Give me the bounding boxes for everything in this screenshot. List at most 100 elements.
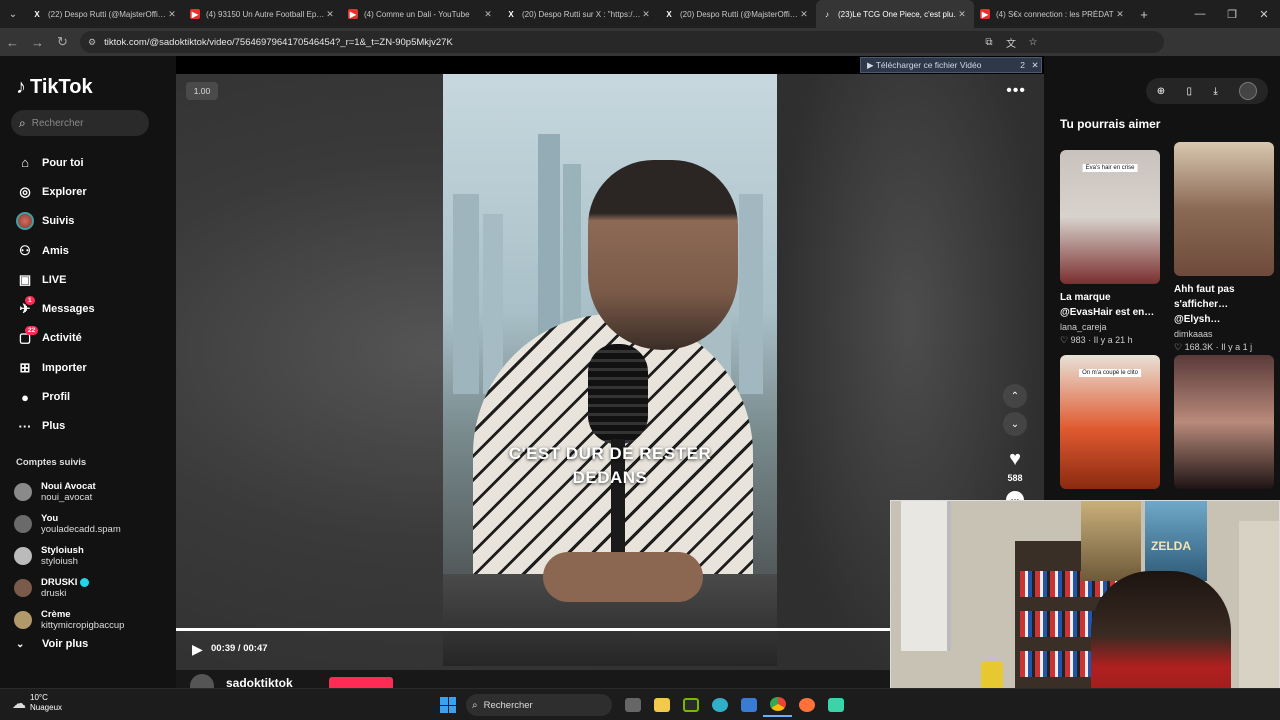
nvidia-icon[interactable] <box>676 693 705 717</box>
close-icon[interactable]: ✕ <box>324 9 336 20</box>
device-icon[interactable]: ▯ <box>1187 86 1193 97</box>
browser-tab[interactable]: X (20) Despo Rutti (@MajsterOffi… ✕ <box>658 0 816 28</box>
webcam-poster-zelda: ZELDA <box>1145 501 1207 581</box>
restore-icon[interactable]: ❐ <box>1216 0 1248 28</box>
search-placeholder: Rechercher <box>31 117 84 129</box>
avatar[interactable] <box>190 674 214 688</box>
browser-tab[interactable]: ▶ (4) S€x connection : les PRÉDAT… ✕ <box>974 0 1132 28</box>
sidebar-item-label: Activité <box>42 332 82 345</box>
reload-icon: ↻ <box>57 34 68 49</box>
close-icon[interactable]: ✕ <box>166 9 178 20</box>
account-name: DRUSKI <box>41 577 90 588</box>
see-more-button[interactable]: ⌄ Voir plus <box>16 638 88 650</box>
followed-account[interactable]: Crème kittymicropigbaccup <box>14 604 174 636</box>
taskbar-search-label: Rechercher <box>483 699 533 711</box>
author-name[interactable]: sadoktiktok <box>226 676 293 688</box>
close-icon[interactable]: ✕ <box>1114 9 1126 20</box>
avatar-icon <box>16 212 34 231</box>
avatar <box>14 611 32 629</box>
app-icon[interactable] <box>821 693 850 717</box>
store-icon[interactable] <box>734 693 763 717</box>
download-video-banner[interactable]: ▶ Télécharger ce fichier Vidéo 2 ✕ <box>860 57 1042 73</box>
video-thumbnail[interactable] <box>1174 355 1274 489</box>
sidebar-item-live[interactable]: ▣ LIVE <box>16 265 166 294</box>
tiktok-logo[interactable]: ♪ TikTok <box>16 76 93 99</box>
recommendation-card[interactable]: On m'a coupé le clito <box>1060 355 1160 489</box>
browser-toolbar: ← → ↻ ⚙ tiktok.com/@sadoktiktok/video/75… <box>0 28 1280 77</box>
previous-video-button[interactable]: ⌃ <box>1003 384 1027 408</box>
download-label: ▶ Télécharger ce fichier Vidéo <box>867 59 982 70</box>
followed-account[interactable]: You youladecadd.spam <box>14 508 174 540</box>
video-thumbnail[interactable] <box>1174 142 1274 276</box>
playback-speed-button[interactable]: 1.00 <box>186 82 218 100</box>
forward-button[interactable]: → <box>25 28 50 56</box>
close-window-icon[interactable]: ✕ <box>1248 0 1280 28</box>
screen: ⌄ X (22) Despo Rutti (@MajsterOffi… ✕ ▶ … <box>0 0 1280 720</box>
video-actions: ⌃ ⌄ ♥ 588 ••• <box>1000 384 1030 509</box>
video-thumbnail[interactable]: Eva's hair en crise <box>1060 150 1160 284</box>
weather-widget[interactable]: ☁ 10°C Nuageux <box>12 693 62 713</box>
more-options-icon[interactable]: ••• <box>1006 82 1026 100</box>
back-button[interactable]: ← <box>0 28 25 56</box>
chrome-icon[interactable] <box>763 693 792 717</box>
sidebar-item-importer[interactable]: ⊞ Importer <box>16 353 166 382</box>
minimize-icon[interactable]: — <box>1184 0 1216 28</box>
play-icon[interactable]: ▶ <box>192 641 203 658</box>
avatar[interactable] <box>1239 82 1258 100</box>
follow-button[interactable] <box>329 677 393 688</box>
file-explorer-icon[interactable] <box>647 693 676 717</box>
sidebar-item-label: Pour toi <box>42 156 84 169</box>
followed-account[interactable]: Styloiush styloiush <box>14 540 174 572</box>
browser-tab[interactable]: X (20) Despo Rutti sur X : "https:/… ✕ <box>500 0 658 28</box>
like-heart-icon[interactable]: ♥ <box>1009 448 1021 471</box>
reload-button[interactable]: ↻ <box>50 28 75 56</box>
sidebar-item-amis[interactable]: ⚇ Amis <box>16 236 166 265</box>
browser-tab-active[interactable]: ♪ (23)Le TCG One Piece, c'est plu… ✕ <box>816 0 974 28</box>
browser-tab[interactable]: ▶ (4) 93150 Un Autre Football Ep… ✕ <box>184 0 342 28</box>
browser-tab[interactable]: ▶ (4) Comme un Dali - YouTube ✕ <box>342 0 500 28</box>
more-icon: ··· <box>18 418 32 434</box>
sidebar-item-explorer[interactable]: ◎ Explorer <box>16 177 166 206</box>
sidebar-item-suivis[interactable]: Suivis <box>16 207 166 236</box>
sidebar-item-pour-toi[interactable]: ⌂ Pour toi <box>16 148 166 177</box>
sidebar-item-activite[interactable]: ▢ 22 Activité <box>16 324 166 353</box>
video-thumbnail[interactable]: On m'a coupé le clito <box>1060 355 1160 489</box>
webcam-window <box>901 501 951 651</box>
close-icon[interactable]: ✕ <box>1029 60 1041 71</box>
browser-tab[interactable]: X (22) Despo Rutti (@MajsterOffi… ✕ <box>26 0 184 28</box>
firefox-icon[interactable] <box>792 693 821 717</box>
close-icon[interactable]: ✕ <box>640 9 652 20</box>
windows-start-icon[interactable] <box>440 697 456 713</box>
verified-icon <box>80 577 90 587</box>
address-bar[interactable]: ⚙ tiktok.com/@sadoktiktok/video/75646979… <box>80 31 1164 53</box>
close-icon[interactable]: ✕ <box>482 9 494 20</box>
task-view-icon[interactable] <box>618 693 647 717</box>
coins-icon[interactable]: ⊕ <box>1157 86 1165 97</box>
install-app-icon[interactable]: ⧉ <box>978 37 1000 48</box>
recommendation-card[interactable]: Eva's hair en crise La marque @EvasHair … <box>1060 150 1160 346</box>
recommendation-card[interactable] <box>1174 355 1274 489</box>
chevron-down-icon: ⌄ <box>8 8 18 20</box>
next-video-button[interactable]: ⌄ <box>1003 412 1027 436</box>
download-icon[interactable]: ⤓ <box>1213 86 1217 97</box>
sidebar-nav: ⌂ Pour toi ◎ Explorer Suivis ⚇ Amis ▣ LI… <box>16 148 166 441</box>
followed-account[interactable]: DRUSKI druski <box>14 572 174 604</box>
tab-search-menu-button[interactable]: ⌄ <box>0 0 26 28</box>
search-input[interactable]: ⌕ Rechercher <box>11 110 149 136</box>
video-frame[interactable]: C'EST DUR DE RESTER DEDANS <box>443 74 777 666</box>
new-tab-button[interactable]: + <box>1132 7 1156 22</box>
recommendation-card[interactable]: Ahh faut pas s'afficher… @Elysh… dimkaaa… <box>1174 142 1274 353</box>
taskbar-search[interactable]: ⌕ Rechercher <box>466 694 612 716</box>
translate-icon[interactable]: 文 <box>1000 35 1022 50</box>
close-icon[interactable]: ✕ <box>798 9 810 20</box>
followed-account[interactable]: Noui Avocat noui_avocat <box>14 476 174 508</box>
sidebar-item-messages[interactable]: ✈ 1 Messages <box>16 294 166 323</box>
sidebar-item-profil[interactable]: ● Profil <box>16 382 166 411</box>
friends-icon: ⚇ <box>19 242 31 258</box>
edge-icon[interactable] <box>705 693 734 717</box>
bookmark-star-icon[interactable]: ☆ <box>1022 37 1044 48</box>
close-icon[interactable]: ✕ <box>956 9 968 20</box>
windows-taskbar: ☁ 10°C Nuageux ⌕ Rechercher <box>0 688 1280 720</box>
site-info-icon[interactable]: ⚙ <box>88 37 96 48</box>
sidebar-item-plus[interactable]: ··· Plus <box>16 412 166 441</box>
